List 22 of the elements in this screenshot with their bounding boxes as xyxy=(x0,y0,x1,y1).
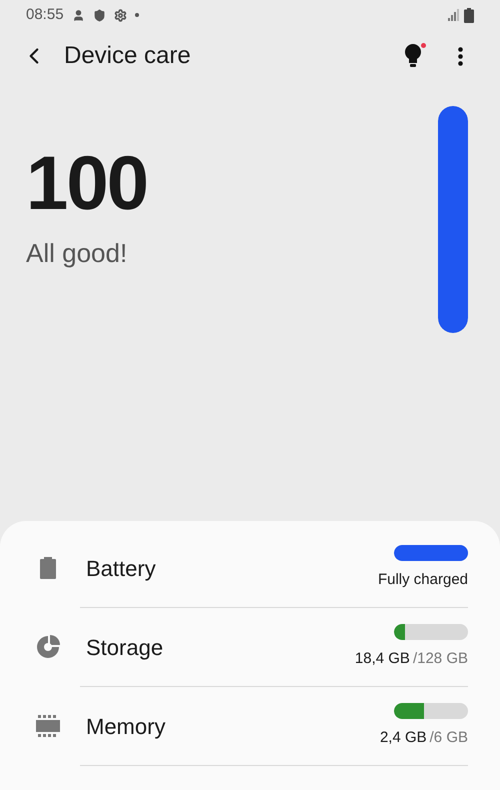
total-amount: /128 GB xyxy=(412,648,468,669)
signal-icon xyxy=(448,9,460,21)
person-icon xyxy=(72,8,85,22)
shield-icon xyxy=(92,8,106,22)
battery-icon xyxy=(464,8,474,22)
item-status: Fully charged xyxy=(378,570,468,590)
more-options-icon xyxy=(458,46,462,66)
item-label: Memory xyxy=(86,712,166,741)
battery-icon xyxy=(39,557,57,579)
memory-chip-icon xyxy=(36,714,60,738)
pie-chart-icon xyxy=(36,635,60,659)
total-amount: /6 GB xyxy=(430,728,468,748)
settings-icon xyxy=(114,8,127,22)
item-label: Storage xyxy=(86,634,164,662)
lightbulb-icon xyxy=(404,42,424,70)
used-amount: 18,4 GB xyxy=(354,648,410,669)
used-amount: 2,4 GB xyxy=(380,728,427,748)
score-status: All good! xyxy=(26,237,128,270)
item-label: Battery xyxy=(86,554,157,583)
clock-time: 08:55 xyxy=(26,4,64,25)
page-title: Device care xyxy=(64,41,192,71)
score-value: 100 xyxy=(26,146,148,222)
